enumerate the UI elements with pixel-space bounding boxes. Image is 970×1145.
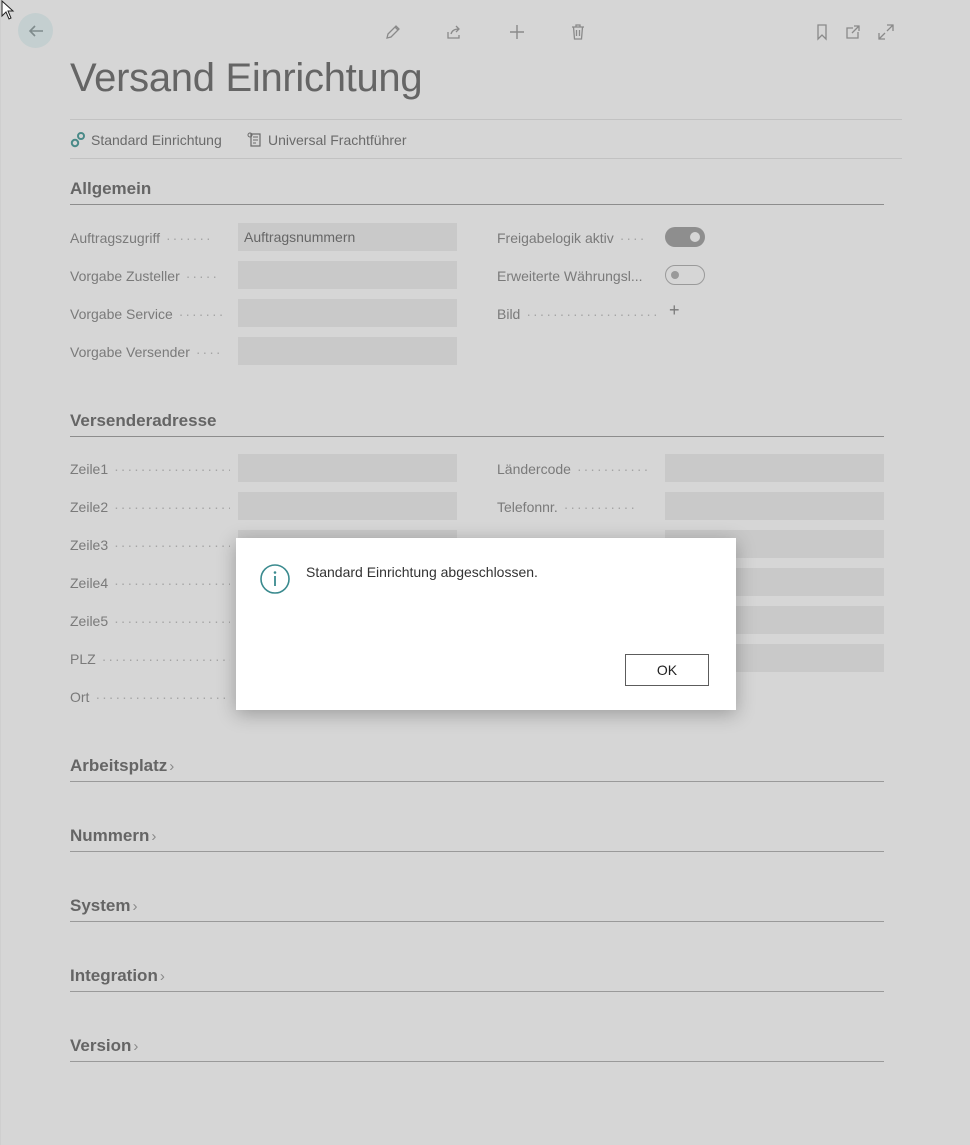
default-sender-field[interactable] — [238, 337, 457, 365]
back-button[interactable] — [18, 13, 53, 48]
line5-label: Zeile5 ··················· — [70, 613, 230, 629]
release-logic-label: Freigabelogik aktiv ···· — [497, 230, 647, 246]
plus-icon[interactable] — [505, 20, 529, 44]
universal-carrier-action[interactable]: Universal Frachtführer — [247, 131, 407, 148]
section-sender-address-title-text: Versenderadresse — [70, 411, 217, 430]
default-sender-label-text: Vorgabe Versender — [70, 344, 190, 360]
line3-label: Zeile3 ··················· — [70, 537, 230, 553]
section-workplace-title[interactable]: Arbeitsplatz › — [70, 756, 884, 782]
country-code-label-text: Ländercode — [497, 461, 571, 477]
trash-icon[interactable] — [566, 20, 590, 44]
message-dialog: Standard Einrichtung abgeschlossen. OK — [236, 538, 736, 710]
section-general-title[interactable]: Allgemein — [70, 179, 884, 205]
default-deliverer-label: Vorgabe Zusteller ····· — [70, 268, 220, 284]
dialog-message: Standard Einrichtung abgeschlossen. — [306, 564, 538, 580]
expand-icon[interactable] — [874, 20, 898, 44]
city-label: Ort······················· — [70, 689, 230, 705]
ok-button[interactable]: OK — [625, 654, 709, 686]
default-service-field[interactable] — [238, 299, 457, 327]
gears-icon — [70, 132, 85, 148]
universal-carrier-label: Universal Frachtführer — [268, 131, 407, 148]
action-bar: Standard Einrichtung Universal Frachtfüh… — [70, 119, 902, 159]
page-title: Versand Einrichtung — [70, 56, 423, 100]
open-new-window-icon[interactable] — [841, 20, 865, 44]
zip-label: PLZ······················· — [70, 651, 230, 667]
line5-label-text: Zeile5 — [70, 613, 109, 629]
city-label-text: Ort — [70, 689, 90, 705]
chevron-right-icon: › — [169, 758, 175, 775]
default-deliverer-label-text: Vorgabe Zusteller — [70, 268, 180, 284]
chevron-right-icon: › — [132, 898, 138, 915]
chevron-right-icon: › — [133, 1038, 139, 1055]
zip-label-text: PLZ — [70, 651, 96, 667]
section-numbers-title-text: Nummern — [70, 826, 150, 845]
line2-field[interactable] — [238, 492, 457, 520]
section-version-title[interactable]: Version › — [70, 1036, 884, 1062]
line3-label-text: Zeile3 — [70, 537, 109, 553]
line1-label-text: Zeile1 — [70, 461, 109, 477]
phone-field[interactable] — [665, 492, 884, 520]
mouse-cursor-icon — [1, 0, 15, 20]
country-code-field[interactable] — [665, 454, 884, 482]
extended-currency-toggle[interactable] — [665, 265, 705, 285]
order-access-field[interactable]: Auftragsnummern — [238, 223, 457, 251]
bookmark-icon[interactable] — [810, 20, 834, 44]
image-label: Bild ···················· — [497, 306, 659, 322]
section-version-title-text: Version — [70, 1036, 132, 1055]
default-service-label: Vorgabe Service ······· — [70, 306, 226, 322]
line4-label: Zeile4 ··················· — [70, 575, 230, 591]
phone-label-text: Telefonnr. — [497, 499, 558, 515]
line2-label: Zeile2 ··················· — [70, 499, 230, 515]
standard-setup-label: Standard Einrichtung — [91, 131, 222, 148]
section-system-title-text: System — [70, 896, 131, 915]
standard-setup-action[interactable]: Standard Einrichtung — [70, 131, 222, 148]
section-numbers-title[interactable]: Nummern › — [70, 826, 884, 852]
chevron-right-icon: › — [151, 828, 157, 845]
section-general-title-text: Allgemein — [70, 179, 152, 198]
line1-field[interactable] — [238, 454, 457, 482]
release-logic-toggle[interactable] — [665, 227, 705, 247]
section-workplace-title-text: Arbeitsplatz — [70, 756, 168, 775]
default-service-label-text: Vorgabe Service — [70, 306, 173, 322]
section-sender-address-title[interactable]: Versenderadresse — [70, 411, 884, 437]
arrow-left-icon — [28, 24, 43, 37]
truck-document-icon — [247, 132, 261, 147]
info-icon — [260, 564, 290, 594]
section-integration-title-text: Integration — [70, 966, 158, 985]
extended-currency-label-text: Erweiterte Währungsl... — [497, 268, 643, 284]
country-code-label: Ländercode ··········· — [497, 461, 651, 477]
line2-label-text: Zeile2 — [70, 499, 109, 515]
page-background: Versand Einrichtung Standard Einrichtung… — [0, 0, 970, 1145]
order-access-label: Auftragszugriff ······· — [70, 230, 213, 246]
section-integration-title[interactable]: Integration › — [70, 966, 884, 992]
image-label-text: Bild — [497, 306, 521, 322]
default-sender-label: Vorgabe Versender ···· — [70, 344, 223, 360]
add-image-button[interactable]: + — [669, 300, 680, 321]
order-access-label-text: Auftragszugriff — [70, 230, 161, 246]
phone-label: Telefonnr. ··········· — [497, 499, 638, 515]
line4-label-text: Zeile4 — [70, 575, 109, 591]
extended-currency-label: Erweiterte Währungsl... — [497, 267, 659, 285]
share-icon[interactable] — [442, 20, 466, 44]
line1-label: Zeile1 ··················· — [70, 461, 230, 477]
pencil-icon[interactable] — [381, 20, 405, 44]
default-deliverer-field[interactable] — [238, 261, 457, 289]
release-logic-label-text: Freigabelogik aktiv — [497, 230, 614, 246]
chevron-right-icon: › — [159, 968, 165, 985]
section-system-title[interactable]: System › — [70, 896, 884, 922]
